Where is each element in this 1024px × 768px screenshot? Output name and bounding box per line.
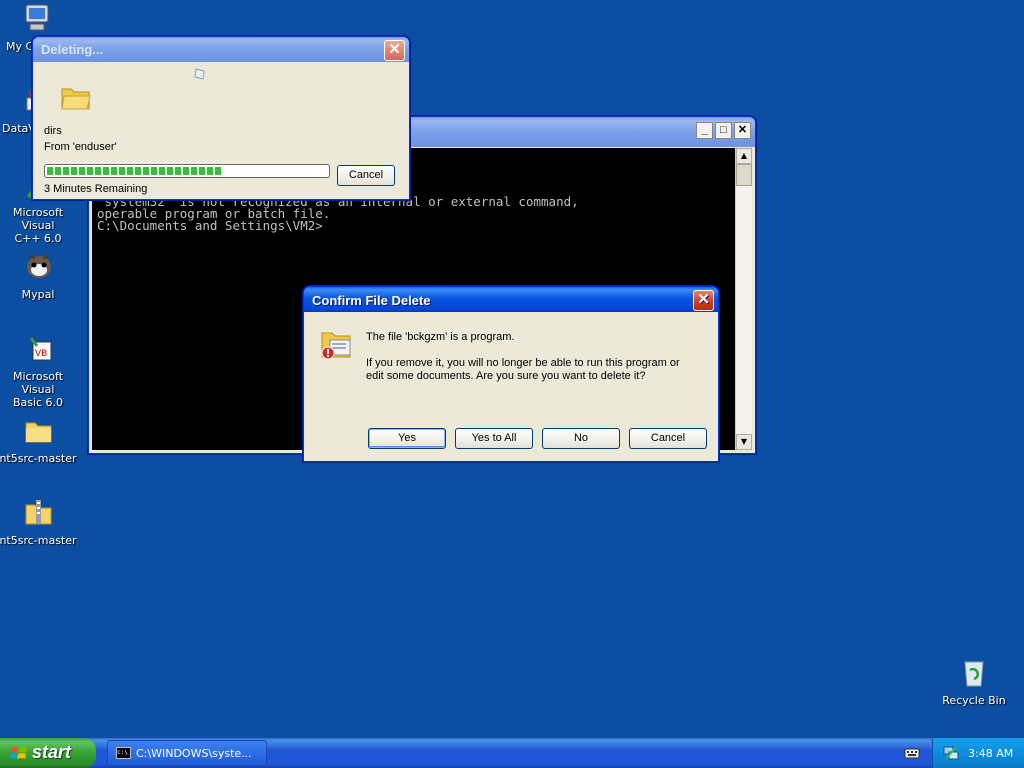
desktop-icon-label: Recycle Bin xyxy=(942,694,1006,707)
progress-fill xyxy=(47,167,221,175)
maximize-button[interactable]: □ xyxy=(715,122,732,139)
confirm-title: Confirm File Delete xyxy=(312,293,431,308)
program-warning-icon xyxy=(320,327,354,364)
deleting-dialog[interactable]: Deleting... ✕ dirs From 'enduser' Cancel… xyxy=(32,36,410,200)
zip-folder-icon xyxy=(21,496,55,530)
console-app-icon: c:\ xyxy=(116,747,131,759)
confirm-delete-dialog[interactable]: Confirm File Delete ✕ The file 'bckgzm' … xyxy=(303,286,719,462)
confirm-message-1: The file 'bckgzm' is a program. xyxy=(366,331,515,343)
my-computer-icon xyxy=(19,2,53,36)
cancel-button[interactable]: Cancel xyxy=(337,165,395,186)
desktop-icon-nt5src-zip[interactable]: nt5src-master xyxy=(0,496,78,547)
cancel-button[interactable]: Cancel xyxy=(629,428,707,449)
clock[interactable]: 3:48 AM xyxy=(968,747,1013,760)
vertical-scrollbar[interactable]: ▲ ▼ xyxy=(735,148,752,450)
deleting-item-name: dirs xyxy=(44,125,62,137)
scroll-up-button[interactable]: ▲ xyxy=(736,148,752,164)
desktop-icon-recycle-bin[interactable]: Recycle Bin xyxy=(934,656,1014,707)
desktop-icon-nt5src-folder[interactable]: nt5src-master xyxy=(0,414,78,465)
minimize-button[interactable]: _ xyxy=(696,122,713,139)
desktop-icon-label: Microsoft Visual Basic 6.0 xyxy=(12,370,64,409)
deleting-from-text: From 'enduser' xyxy=(44,141,117,153)
keyboard-icon[interactable] xyxy=(904,746,920,763)
desktop-icon-mypal[interactable]: Mypal xyxy=(0,250,78,301)
start-label: start xyxy=(32,742,72,762)
confirm-message-2: If you remove it, you will no longer be … xyxy=(366,357,680,369)
no-button[interactable]: No xyxy=(542,428,620,449)
folder-icon xyxy=(21,414,55,448)
desktop-icon-visual-basic[interactable]: VB Microsoft Visual Basic 6.0 xyxy=(0,332,78,409)
folder-icon xyxy=(61,85,91,114)
desktop-icon-label: Mypal xyxy=(21,288,55,301)
close-button[interactable]: ✕ xyxy=(693,290,714,311)
taskbar-item-console[interactable]: c:\ C:\WINDOWS\syste... xyxy=(107,740,267,766)
confirm-message-3: edit some documents. Are you sure you wa… xyxy=(366,370,646,382)
system-tray: 3:48 AM xyxy=(932,738,1024,768)
close-button[interactable]: ✕ xyxy=(734,122,751,139)
mypal-browser-icon xyxy=(21,250,55,284)
visual-basic-icon: VB xyxy=(21,332,55,366)
network-icon[interactable] xyxy=(943,745,959,764)
start-button[interactable]: start xyxy=(0,738,96,768)
windows-logo-icon xyxy=(10,745,28,766)
desktop-icon-label: nt5src-master xyxy=(0,452,77,465)
yes-to-all-button[interactable]: Yes to All xyxy=(455,428,533,449)
close-button[interactable]: ✕ xyxy=(384,40,405,61)
console-prompt: C:\Documents and Settings\VM2> xyxy=(97,218,323,233)
recycle-bin-icon xyxy=(957,656,991,690)
time-remaining: 3 Minutes Remaining xyxy=(44,183,148,195)
deleting-title-bar[interactable]: Deleting... ✕ xyxy=(33,37,409,62)
scroll-thumb[interactable] xyxy=(736,164,752,186)
svg-text:VB: VB xyxy=(35,349,47,359)
scroll-down-button[interactable]: ▼ xyxy=(736,434,752,450)
taskbar: start c:\ C:\WINDOWS\syste... 3:48 AM xyxy=(0,738,1024,768)
progress-bar xyxy=(44,164,330,178)
confirm-title-bar[interactable]: Confirm File Delete ✕ xyxy=(304,287,718,312)
flying-paper-icon xyxy=(193,67,207,84)
deleting-title: Deleting... xyxy=(41,42,104,57)
desktop-icon-label: Microsoft Visual C++ 6.0 xyxy=(12,206,64,245)
desktop-icon-label: nt5src-master xyxy=(0,534,77,547)
yes-button[interactable]: Yes xyxy=(368,428,446,449)
taskbar-item-label: C:\WINDOWS\syste... xyxy=(136,747,252,760)
